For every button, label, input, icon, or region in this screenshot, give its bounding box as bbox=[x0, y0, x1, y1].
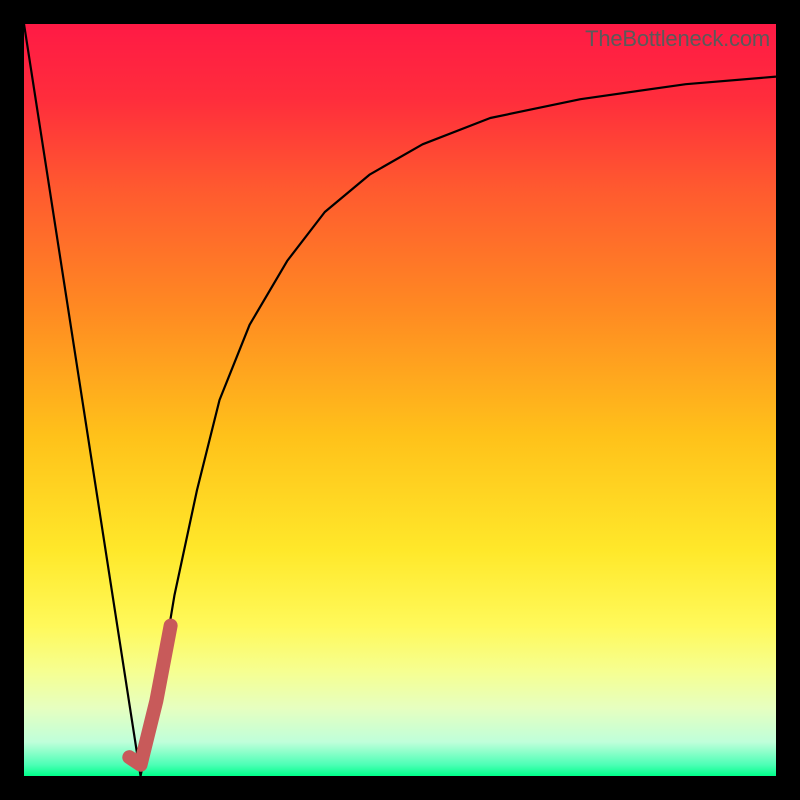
plot-area: TheBottleneck.com bbox=[24, 24, 776, 776]
curve-layer bbox=[24, 24, 776, 776]
chart-frame: TheBottleneck.com bbox=[0, 0, 800, 800]
watermark-text: TheBottleneck.com bbox=[585, 26, 770, 52]
